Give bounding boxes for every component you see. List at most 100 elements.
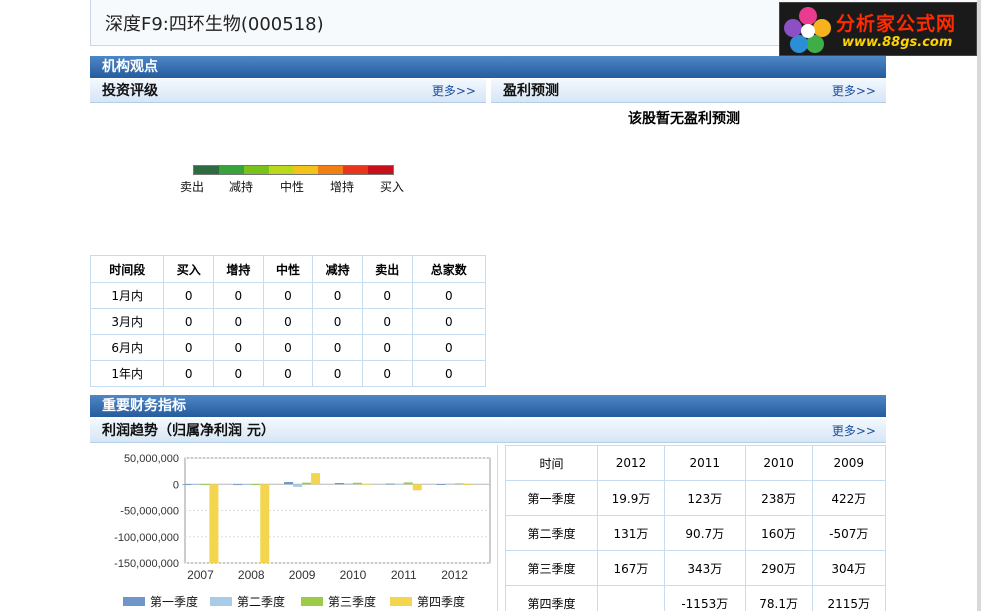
chart-bar [209, 484, 219, 563]
chart-bar [251, 484, 261, 486]
table-row: 第一季度 19.9万 123万 238万 422万 [505, 480, 887, 516]
chart-bar [361, 483, 371, 485]
rating-scale-segment [318, 166, 344, 174]
table-header: 时间段 [89, 255, 165, 283]
rating-table: 时间段 买入 增持 中性 减持 卖出 总家数 1月内 0 0 0 0 0 0 3… [89, 255, 487, 387]
section-title: 机构观点 [102, 59, 158, 75]
table-row: 6月内 0 0 0 0 0 0 [89, 334, 487, 361]
table-cell: 0 [262, 334, 314, 361]
rating-scale-segment [218, 166, 244, 174]
table-header: 增持 [213, 255, 264, 283]
table-header: 时间 [505, 445, 598, 481]
table-header: 2011 [663, 445, 746, 481]
table-cell: 0 [163, 282, 215, 309]
rating-label-buy: 买入 [380, 180, 405, 194]
table-row: 第四季度 -1153万 78.1万 2115万 [505, 585, 887, 611]
chart-bar [284, 482, 294, 485]
x-tick-label: 2007 [187, 568, 214, 582]
x-tick-label: 2010 [340, 568, 367, 582]
table-cell: 第二季度 [505, 515, 598, 551]
x-tick-label: 2011 [391, 568, 417, 582]
profit-header: 利润趋势（归属净利润 元） 更多>> [90, 419, 886, 443]
table-cell: 第一季度 [505, 480, 598, 516]
table-cell: 131万 [597, 515, 665, 551]
chart-bar [233, 484, 243, 486]
chart-bar [334, 483, 344, 485]
table-cell: 0 [213, 360, 264, 387]
rating-label-neutral: 中性 [280, 180, 305, 194]
table-cell: 0 [411, 308, 487, 335]
chart-bar [436, 484, 446, 485]
table-cell: -507万 [811, 515, 887, 551]
chart-bar [394, 483, 404, 485]
chart-bar [182, 484, 192, 486]
site-logo[interactable]: 分析家公式网 www.88gs.com [779, 2, 977, 56]
rating-scale-bar [193, 165, 394, 175]
chart-bar [454, 483, 464, 485]
financial-table: 时间 2012 2011 2010 2009 第一季度 19.9万 123万 2… [505, 445, 887, 611]
table-cell: 343万 [663, 550, 746, 586]
rating-scale-segment [243, 166, 269, 174]
logo-name: 分析家公式网 [836, 13, 957, 35]
forecast-header: 盈利预测 更多>> [491, 79, 886, 103]
chart-bar [200, 484, 210, 486]
y-tick-label: -100,000,000 [114, 532, 179, 544]
table-cell: 0 [361, 282, 413, 309]
y-tick-label: -150,000,000 [114, 558, 179, 570]
table-cell: 0 [361, 308, 413, 335]
table-row: 第二季度 131万 90.7万 160万 -507万 [505, 515, 887, 551]
legend-label: 第四季度 [417, 594, 465, 609]
table-cell: 78.1万 [744, 585, 813, 611]
scrollbar-edge[interactable] [977, 0, 981, 611]
table-cell: 123万 [663, 480, 746, 516]
table-cell: 6月内 [89, 334, 165, 361]
table-header: 买入 [163, 255, 215, 283]
table-header: 卖出 [361, 255, 413, 283]
table-cell: 1年内 [89, 360, 165, 387]
table-row: 3月内 0 0 0 0 0 0 [89, 308, 487, 335]
x-tick-label: 2012 [441, 568, 468, 582]
x-tick-label: 2008 [238, 568, 265, 582]
table-cell: 3月内 [89, 308, 165, 335]
logo-url: www.88gs.com [842, 35, 953, 50]
table-header: 2012 [597, 445, 665, 481]
rating-more-link[interactable]: 更多>> [432, 79, 476, 103]
table-cell: 0 [213, 334, 264, 361]
chart-bar [385, 483, 395, 485]
table-cell: 0 [411, 360, 487, 387]
no-forecast-message: 该股暂无盈利预测 [628, 111, 740, 127]
table-cell: 0 [213, 308, 264, 335]
table-cell: 0 [312, 282, 363, 309]
legend-label: 第一季度 [150, 594, 198, 609]
legend-label: 第二季度 [237, 594, 285, 609]
section-bar-institution: 机构观点 [90, 56, 886, 78]
table-cell: 0 [262, 360, 314, 387]
profit-chart-svg: 50,000,000 0 -50,000,000 -100,000,000 -150,0… [114, 453, 491, 609]
profit-more-link[interactable]: 更多>> [832, 419, 876, 443]
table-row: 1年内 0 0 0 0 0 0 [89, 360, 487, 387]
rating-label-sell: 卖出 [180, 180, 205, 194]
forecast-more-link[interactable]: 更多>> [832, 79, 876, 103]
table-cell: 0 [163, 334, 215, 361]
legend-swatch [123, 597, 145, 606]
chart-bar [445, 483, 455, 485]
chart-bar [352, 482, 362, 485]
chart-bar [191, 484, 201, 486]
section-bar-financial: 重要财务指标 [90, 395, 886, 417]
forecast-title: 盈利预测 [503, 83, 559, 99]
table-cell: 0 [262, 308, 314, 335]
rating-title: 投资评级 [102, 83, 158, 99]
legend-swatch [390, 597, 412, 606]
table-header: 减持 [312, 255, 363, 283]
y-tick-label: 0 [173, 479, 179, 491]
table-cell: 0 [411, 282, 487, 309]
table-cell: 0 [411, 334, 487, 361]
legend-label: 第三季度 [328, 594, 376, 609]
table-cell [597, 585, 665, 611]
table-cell: 167万 [597, 550, 665, 586]
chart-bar [463, 484, 473, 486]
table-cell: 19.9万 [597, 480, 665, 516]
rating-label-increase: 增持 [330, 180, 355, 194]
rating-scale-segment [268, 166, 294, 174]
table-header: 2009 [811, 445, 887, 481]
